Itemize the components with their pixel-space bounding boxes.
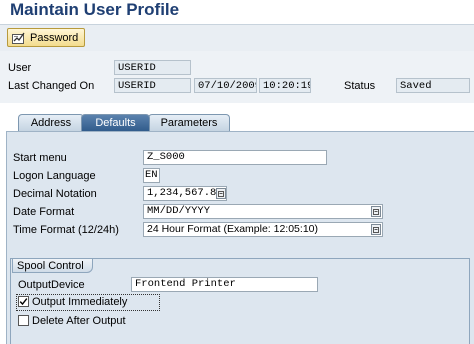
logon-language-label: Logon Language [13,170,96,182]
status-label: Status [344,80,376,92]
header-area [0,51,474,103]
password-button[interactable]: Password [7,28,86,47]
page-title: Maintain User Profile [10,0,180,19]
date-format-label: Date Format [13,206,75,218]
decimal-notation-label: Decimal Notation [13,188,97,200]
last-changed-date-field[interactable]: 07/10/2009 [194,78,257,93]
last-changed-time-field[interactable]: 10:20:19 [259,78,311,93]
time-format-label: Time Format (12/24h) [13,224,119,236]
logon-language-input[interactable]: EN [143,168,160,183]
status-field[interactable]: Saved [396,78,470,93]
tab-parameters[interactable]: Parameters [148,114,230,131]
spool-control-title: Spool Control [12,258,93,273]
dropdown-icon[interactable] [216,188,226,199]
tab-defaults[interactable]: Defaults [81,114,150,131]
tab-address[interactable]: Address [18,114,84,131]
output-immediately-checkbox[interactable] [18,296,29,307]
last-changed-by-field[interactable]: USERID [114,78,191,93]
start-menu-input[interactable]: Z_S000 [143,150,327,165]
dropdown-icon[interactable] [371,224,381,235]
decimal-notation-input[interactable]: 1,234,567.89 [143,186,227,201]
checkmark-icon [19,298,28,306]
last-changed-label: Last Changed On [8,80,95,92]
delete-after-output-checkbox[interactable] [18,315,29,326]
output-immediately-label[interactable]: Output Immediately [32,296,127,308]
output-device-label: OutputDevice [18,279,85,291]
user-label: User [8,62,32,74]
password-icon [12,32,26,44]
user-field[interactable]: USERID [114,60,191,75]
password-button-label: Password [30,31,79,44]
start-menu-label: Start menu [13,152,67,164]
date-format-input[interactable]: MM/DD/YYYY [143,204,383,219]
dropdown-icon[interactable] [371,206,381,217]
output-device-input[interactable]: Frontend Printer [131,277,318,292]
delete-after-output-label[interactable]: Delete After Output [32,315,126,327]
time-format-input[interactable]: 24 Hour Format (Example: 12:05:10) [143,222,383,237]
